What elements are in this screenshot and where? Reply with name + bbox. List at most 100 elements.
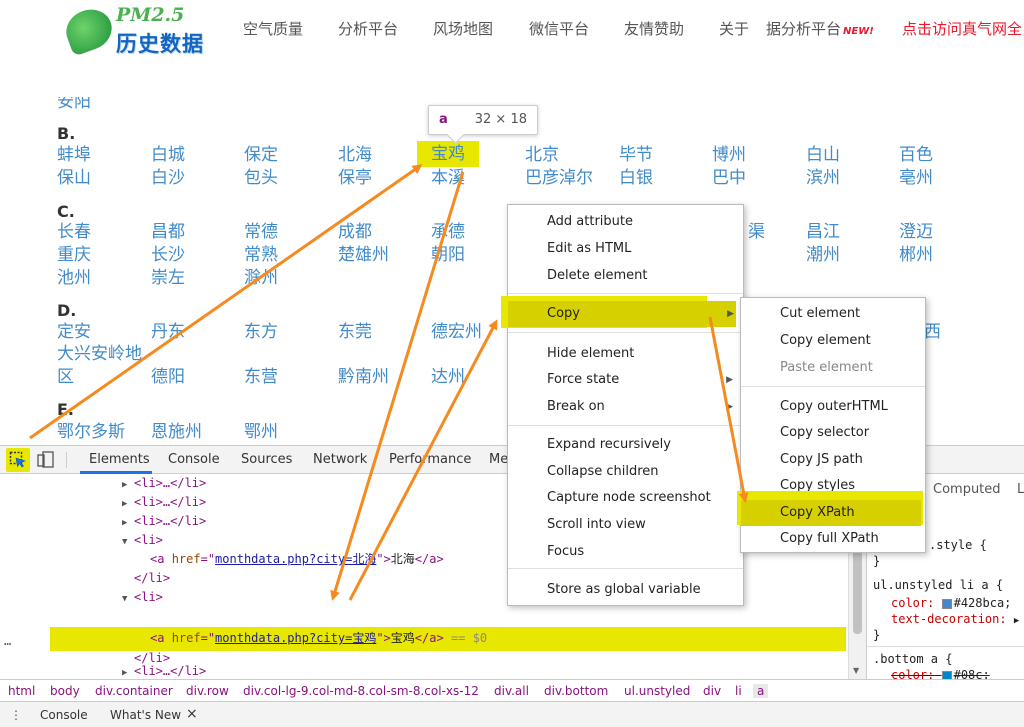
city-link[interactable]: 博州	[712, 144, 746, 166]
menu-item-hide-element[interactable]: Hide element	[508, 341, 743, 367]
tab-performance[interactable]: Performance	[389, 452, 471, 467]
tab-memory[interactable]: Me	[489, 452, 508, 467]
city-link[interactable]: 楚雄州	[338, 244, 389, 266]
city-link[interactable]: 北京	[525, 144, 559, 166]
city-link[interactable]: 百色	[899, 144, 933, 166]
menu-item-copy-selector[interactable]: Copy selector	[741, 420, 925, 446]
menu-item-copy-full-xpath[interactable]: Copy full XPath	[741, 526, 925, 552]
city-link[interactable]: 昌江	[806, 221, 840, 243]
city-link[interactable]: 毕节	[619, 144, 653, 166]
city-link[interactable]: 德阳	[151, 366, 185, 388]
css-property[interactable]: text-decoration: ▶	[891, 612, 1019, 626]
menu-item-focus[interactable]: Focus	[508, 539, 743, 565]
tab-computed[interactable]: Computed	[933, 482, 1001, 497]
menu-item-copy-js-path[interactable]: Copy JS path	[741, 447, 925, 473]
rule-selector[interactable]: .bottom a {	[873, 652, 952, 666]
city-link[interactable]: 昌都	[151, 221, 185, 243]
breadcrumb-item[interactable]: div.col-lg-9.col-md-8.col-sm-8.col-xs-12	[243, 684, 479, 698]
breadcrumb-item[interactable]: ul.unstyled	[624, 684, 690, 698]
scroll-down-icon[interactable]: ▼	[853, 666, 859, 675]
city-link[interactable]: 长春	[57, 221, 91, 243]
nav-item-sponsor[interactable]: 友情赞助	[624, 18, 684, 39]
menu-item-delete-element[interactable]: Delete element	[508, 263, 743, 289]
city-link[interactable]: 大兴安岭地	[57, 343, 142, 365]
city-link[interactable]: 定安	[57, 321, 91, 343]
nav-item-zhenqi[interactable]: 点击访问真气网全	[902, 18, 1022, 39]
breadcrumb-item[interactable]: div	[703, 684, 721, 698]
city-link[interactable]: 北海	[338, 144, 372, 166]
menu-item-copy-xpath[interactable]: Copy XPath	[741, 500, 921, 526]
css-property[interactable]: color: #428bca;	[891, 596, 1011, 610]
city-link[interactable]: 黔南州	[338, 366, 389, 388]
city-link[interactable]: 崇左	[151, 267, 185, 289]
menu-item-edit-as-html[interactable]: Edit as HTML	[508, 236, 743, 262]
city-link[interactable]: 亳州	[899, 167, 933, 189]
city-link[interactable]: 渠	[748, 221, 765, 243]
inspect-element-button[interactable]	[6, 448, 30, 472]
city-link[interactable]: 郴州	[899, 244, 933, 266]
dom-node-anchor-selected[interactable]: <a href="monthdata.php?city=宝鸡">宝鸡</a> =…	[0, 629, 848, 648]
breadcrumb-item-current[interactable]: a	[753, 684, 769, 698]
menu-item-break-on[interactable]: Break on ▶	[508, 394, 743, 420]
city-link[interactable]: 澄迈	[899, 221, 933, 243]
city-link[interactable]: 常德	[244, 221, 278, 243]
menu-item-force-state[interactable]: Force state ▶	[508, 367, 743, 393]
breadcrumb-item[interactable]: html	[8, 684, 35, 698]
city-link[interactable]: 池州	[57, 267, 91, 289]
city-link[interactable]: 德宏州	[431, 321, 482, 343]
city-link[interactable]: 长沙	[151, 244, 185, 266]
nav-item-data-platform[interactable]: 据分析平台 NEW!	[766, 18, 874, 39]
drawer-tab-console[interactable]: Console	[40, 708, 88, 722]
tab-elements[interactable]: Elements	[89, 452, 150, 467]
city-link[interactable]: 巴彦淖尔	[525, 167, 593, 189]
city-link[interactable]: 白银	[619, 167, 653, 189]
collapse-triangle-icon[interactable]: ▼	[122, 590, 134, 609]
city-link[interactable]: 包头	[244, 167, 278, 189]
node-actions-ellipsis[interactable]: …	[4, 634, 11, 648]
close-icon[interactable]: ×	[186, 706, 198, 722]
city-link[interactable]: 白城	[151, 144, 185, 166]
city-link[interactable]: 区	[57, 366, 74, 388]
city-link[interactable]: 朝阳	[431, 244, 465, 266]
menu-item-copy-element[interactable]: Copy element	[741, 328, 925, 354]
breadcrumb-item[interactable]: div.bottom	[544, 684, 608, 698]
menu-item-copy-outerhtml[interactable]: Copy outerHTML	[741, 394, 925, 420]
city-link[interactable]: 巴中	[712, 167, 746, 189]
menu-item-expand-recursively[interactable]: Expand recursively	[508, 432, 743, 458]
city-link[interactable]: 鄂尔多斯	[57, 421, 125, 443]
tab-console[interactable]: Console	[168, 452, 220, 467]
city-link[interactable]: 东营	[244, 366, 278, 388]
nav-item-air-quality[interactable]: 空气质量	[243, 18, 303, 39]
city-link[interactable]: 东方	[244, 321, 278, 343]
menu-item-collapse-children[interactable]: Collapse children	[508, 459, 743, 485]
tab-sources[interactable]: Sources	[241, 452, 292, 467]
city-link[interactable]: 承德	[431, 221, 465, 243]
nav-item-wind-map[interactable]: 风场地图	[433, 18, 493, 39]
nav-item-analysis[interactable]: 分析平台	[338, 18, 398, 39]
city-link[interactable]: 重庆	[57, 244, 91, 266]
breadcrumb-item[interactable]: div.container	[95, 684, 173, 698]
city-link[interactable]: 达州	[431, 366, 465, 388]
href-link[interactable]: monthdata.php?city=北海	[215, 552, 376, 566]
city-link[interactable]: 成都	[338, 221, 372, 243]
menu-item-copy[interactable]: Copy ▶	[508, 301, 736, 327]
city-link-highlighted[interactable]: 宝鸡	[417, 141, 479, 167]
device-toolbar-button[interactable]	[36, 450, 56, 470]
city-link[interactable]: 潮州	[806, 244, 840, 266]
nav-item-about[interactable]: 关于	[719, 18, 749, 39]
tab-network[interactable]: Network	[313, 452, 367, 467]
city-link[interactable]: 常熟	[244, 244, 278, 266]
menu-item-store-global[interactable]: Store as global variable	[508, 577, 743, 603]
city-link[interactable]: 安阳	[57, 97, 91, 113]
menu-item-cut-element[interactable]: Cut element	[741, 301, 925, 327]
city-link[interactable]: 白山	[806, 144, 840, 166]
city-link[interactable]: 滁州	[244, 267, 278, 289]
city-link[interactable]: 保亭	[338, 167, 372, 189]
menu-item-add-attribute[interactable]: Add attribute	[508, 209, 743, 235]
city-link[interactable]: 保山	[57, 167, 91, 189]
breadcrumb-item[interactable]: body	[50, 684, 80, 698]
city-link[interactable]: 西	[924, 321, 941, 343]
nav-item-wechat[interactable]: 微信平台	[529, 18, 589, 39]
menu-item-scroll-into-view[interactable]: Scroll into view	[508, 512, 743, 538]
city-link[interactable]: 蚌埠	[57, 144, 91, 166]
